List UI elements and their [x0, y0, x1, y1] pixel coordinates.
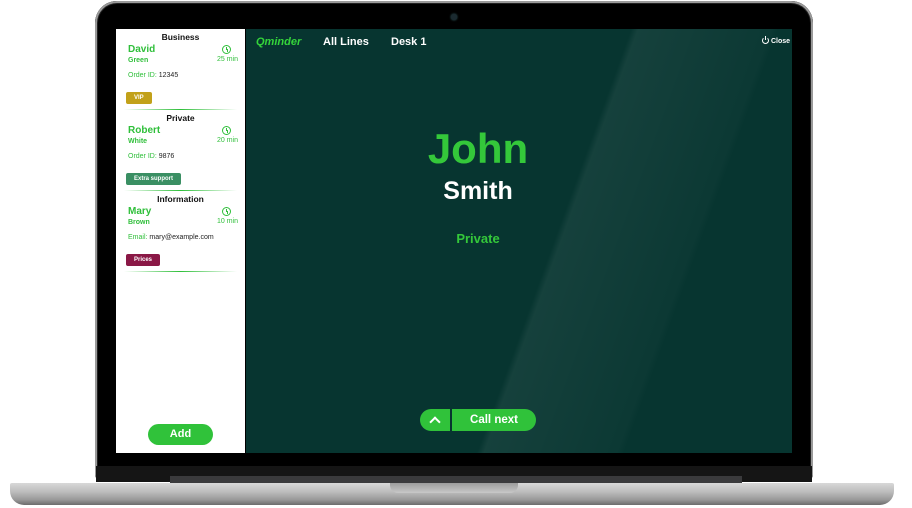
- visitor-first-name: David: [128, 44, 156, 55]
- main-panel: Qminder All Lines Desk 1 Close John Smit…: [246, 29, 792, 453]
- divider: [124, 271, 237, 272]
- field-value: 9876: [158, 153, 175, 160]
- group-title: Business: [161, 32, 200, 42]
- current-last-name: Smith: [443, 177, 513, 205]
- close-button[interactable]: Close: [761, 36, 790, 45]
- queue-sidebar: Business David Green 25 min Order ID: 12…: [116, 29, 245, 453]
- recall-button[interactable]: [420, 409, 450, 431]
- queue-group-business[interactable]: Business David Green 25 min Order ID: 12…: [116, 29, 245, 110]
- visitor-last-name: Green: [128, 57, 149, 64]
- queue-group-private[interactable]: Private Robert White 20 min Order ID: 98…: [116, 110, 245, 191]
- wait-time: 10 min: [216, 218, 238, 225]
- group-title: Information: [157, 194, 204, 204]
- field-label: Email:: [128, 234, 148, 241]
- visitor-field: Order ID: 9876: [128, 153, 174, 160]
- add-button[interactable]: Add: [148, 424, 213, 445]
- tag-vip: VIP: [126, 92, 152, 104]
- current-first-name: John: [427, 125, 529, 172]
- wait-time: 20 min: [216, 137, 238, 144]
- laptop-notch: [390, 483, 518, 493]
- visitor-last-name: Brown: [128, 219, 150, 226]
- call-controls: Call next: [420, 409, 536, 431]
- clock-icon: [222, 126, 231, 135]
- field-value: 12345: [158, 72, 179, 79]
- tag-extra-support: Extra support: [126, 173, 182, 185]
- current-service: Private: [456, 231, 500, 246]
- visitor-field: Order ID: 12345: [128, 72, 178, 79]
- top-bar: Qminder All Lines Desk 1 Close: [246, 29, 792, 55]
- tag-prices: Prices: [126, 254, 161, 266]
- nav-desk[interactable]: Desk 1: [391, 36, 426, 48]
- close-label: Close: [770, 38, 790, 45]
- group-title: Private: [166, 113, 195, 123]
- chevron-up-icon: [429, 416, 441, 428]
- camera-icon: [451, 14, 457, 20]
- visitor-first-name: Robert: [128, 125, 161, 136]
- visitor-last-name: White: [128, 138, 148, 145]
- visitor-first-name: Mary: [128, 206, 152, 217]
- qminder-logo: Qminder: [256, 36, 302, 48]
- wait-time: 25 min: [216, 56, 238, 63]
- field-label: Order ID:: [128, 153, 157, 160]
- power-icon: [761, 36, 769, 44]
- call-next-button[interactable]: Call next: [452, 409, 536, 431]
- field-label: Order ID:: [128, 72, 157, 79]
- clock-icon: [222, 207, 231, 216]
- queue-group-information[interactable]: Information Mary Brown 10 min Email: mar…: [116, 191, 245, 272]
- visitor-field: Email: mary@example.com: [128, 234, 214, 241]
- clock-icon: [222, 45, 231, 54]
- nav-all-lines[interactable]: All Lines: [323, 36, 369, 48]
- screen: Business David Green 25 min Order ID: 12…: [116, 29, 792, 453]
- field-value: mary@example.com: [149, 234, 214, 241]
